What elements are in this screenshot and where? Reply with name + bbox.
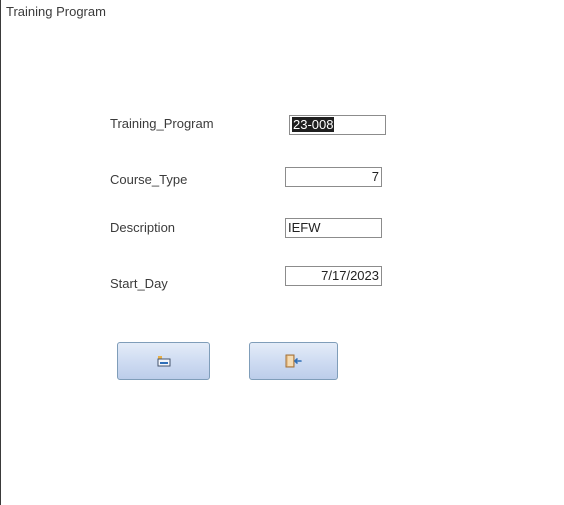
save-record-icon bbox=[157, 354, 171, 368]
description-field[interactable]: IEFW bbox=[285, 218, 382, 238]
course-type-label: Course_Type bbox=[110, 172, 188, 187]
exit-door-icon bbox=[285, 354, 303, 368]
form-title: Training Program bbox=[6, 4, 106, 19]
training-program-label: Training_Program bbox=[110, 116, 214, 131]
start-day-field[interactable]: 7/17/2023 bbox=[285, 266, 382, 286]
training-program-value: 23-008 bbox=[292, 117, 335, 132]
course-type-field[interactable]: 7 bbox=[285, 167, 382, 187]
description-label: Description bbox=[110, 220, 176, 235]
exit-button[interactable] bbox=[249, 342, 338, 380]
form-window: Training Program Training_Program 23-008… bbox=[0, 0, 564, 505]
training-program-field[interactable]: 23-008 bbox=[289, 115, 386, 135]
save-record-button[interactable] bbox=[117, 342, 210, 380]
start-day-label: Start_Day bbox=[110, 276, 168, 291]
